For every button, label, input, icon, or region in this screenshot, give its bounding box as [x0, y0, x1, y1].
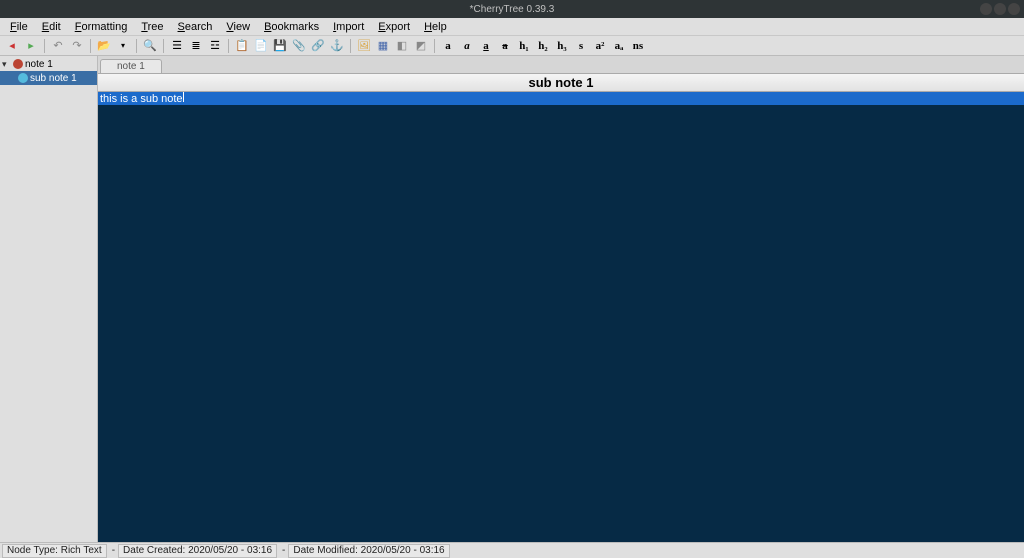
- statusbar: Node Type: Rich Text - Date Created: 202…: [0, 542, 1024, 558]
- status-date-created: Date Created: 2020/05/20 - 03:16: [118, 544, 277, 558]
- toolbar-list-bullet-icon[interactable]: ☰: [169, 38, 185, 54]
- tree-expander-icon[interactable]: ▾: [2, 59, 11, 70]
- toolbar-h3-button[interactable]: h₃: [554, 38, 570, 54]
- toolbar-bold-button[interactable]: a: [440, 38, 456, 54]
- toolbar-separator: [90, 39, 91, 53]
- toolbar-h2-button[interactable]: h₂: [535, 38, 551, 54]
- toolbar-sup-button[interactable]: a²: [592, 38, 608, 54]
- tab-note1[interactable]: note 1: [100, 59, 162, 73]
- tabstrip: note 1: [98, 56, 1024, 74]
- editor-text: this is a sub note: [100, 93, 183, 105]
- toolbar-sub-button[interactable]: aₐ: [611, 38, 627, 54]
- node-header-title: sub note 1: [528, 75, 593, 90]
- toolbar-redo-icon[interactable]: ↷: [69, 38, 85, 54]
- tree-child-subnote1[interactable]: sub note 1: [0, 71, 97, 85]
- window-close-button[interactable]: [1008, 3, 1020, 15]
- editor-content-row: this is a sub note: [98, 92, 1024, 542]
- toolbar-attach-icon[interactable]: 📎: [291, 38, 307, 54]
- toolbar-separator: [163, 39, 164, 53]
- toolbar-zoom-icon[interactable]: 🔍: [142, 38, 158, 54]
- status-date-modified: Date Modified: 2020/05/20 - 03:16: [288, 544, 449, 558]
- tree-node-icon: [13, 59, 23, 69]
- window-maximize-button[interactable]: [994, 3, 1006, 15]
- text-cursor-icon: [183, 92, 184, 102]
- menubar: File Edit Formatting Tree Search View Bo…: [0, 18, 1024, 36]
- tree-node-label: note 1: [25, 59, 53, 70]
- toolbar-h1-button[interactable]: h₁: [516, 38, 532, 54]
- menu-search[interactable]: Search: [172, 20, 219, 34]
- toolbar-image-icon[interactable]: 🖼: [356, 38, 372, 54]
- toolbar-list-number-icon[interactable]: ≣: [188, 38, 204, 54]
- status-node-type: Node Type: Rich Text: [2, 544, 107, 558]
- node-header: sub note 1: [98, 74, 1024, 92]
- menu-export[interactable]: Export: [372, 20, 416, 34]
- menu-bookmarks[interactable]: Bookmarks: [258, 20, 325, 34]
- toolbar-undo-icon[interactable]: ↶: [50, 38, 66, 54]
- toolbar-anchor-icon[interactable]: ⚓: [329, 38, 345, 54]
- toolbar-strike-button[interactable]: a: [497, 38, 513, 54]
- menu-tree[interactable]: Tree: [135, 20, 169, 34]
- toolbar-dropdown-icon[interactable]: ▾: [115, 38, 131, 54]
- status-sep: -: [112, 545, 115, 556]
- editor-first-line[interactable]: this is a sub note: [98, 92, 1024, 105]
- toolbar-italic-button[interactable]: a: [459, 38, 475, 54]
- toolbar-open-icon[interactable]: 📂: [96, 38, 112, 54]
- editor-body[interactable]: [98, 105, 1024, 542]
- main-body: ▾ note 1 sub note 1 note 1 sub note 1 th…: [0, 56, 1024, 542]
- menu-file[interactable]: File: [4, 20, 34, 34]
- toolbar-separator: [44, 39, 45, 53]
- status-sep: -: [282, 545, 285, 556]
- toolbar-table-icon[interactable]: ▦: [375, 38, 391, 54]
- toolbar-separator: [228, 39, 229, 53]
- toolbar-separator: [350, 39, 351, 53]
- window-controls: [980, 3, 1020, 15]
- menu-help[interactable]: Help: [418, 20, 453, 34]
- tree-panel: ▾ note 1 sub note 1: [0, 56, 98, 542]
- toolbar-paste-icon[interactable]: 📄: [253, 38, 269, 54]
- toolbar-forward-icon[interactable]: ▸: [23, 38, 39, 54]
- tree-root-note1[interactable]: ▾ note 1: [0, 57, 97, 71]
- toolbar-copy-icon[interactable]: 📋: [234, 38, 250, 54]
- menu-formatting[interactable]: Formatting: [69, 20, 134, 34]
- toolbar-list-todo-icon[interactable]: ☲: [207, 38, 223, 54]
- toolbar: ◂ ▸ ↶ ↷ 📂 ▾ 🔍 ☰ ≣ ☲ 📋 📄 💾 📎 🔗 ⚓ 🖼 ▦ ◧ ◩ …: [0, 36, 1024, 56]
- toolbar-special-icon[interactable]: ◩: [413, 38, 429, 54]
- menu-view[interactable]: View: [220, 20, 256, 34]
- menu-edit[interactable]: Edit: [36, 20, 67, 34]
- toolbar-underline-button[interactable]: a: [478, 38, 494, 54]
- window-titlebar: *CherryTree 0.39.3: [0, 0, 1024, 18]
- toolbar-s-button[interactable]: s: [573, 38, 589, 54]
- toolbar-back-icon[interactable]: ◂: [4, 38, 20, 54]
- tree-node-icon: [18, 73, 28, 83]
- toolbar-code-icon[interactable]: ◧: [394, 38, 410, 54]
- tree-node-label: sub note 1: [30, 73, 77, 84]
- toolbar-separator: [136, 39, 137, 53]
- toolbar-separator: [434, 39, 435, 53]
- toolbar-link-icon[interactable]: 🔗: [310, 38, 326, 54]
- menu-import[interactable]: Import: [327, 20, 370, 34]
- window-minimize-button[interactable]: [980, 3, 992, 15]
- toolbar-save-icon[interactable]: 💾: [272, 38, 288, 54]
- toolbar-ns-button[interactable]: ns: [630, 38, 646, 54]
- editor-area: note 1 sub note 1 this is a sub note: [98, 56, 1024, 542]
- window-title: *CherryTree 0.39.3: [470, 4, 555, 15]
